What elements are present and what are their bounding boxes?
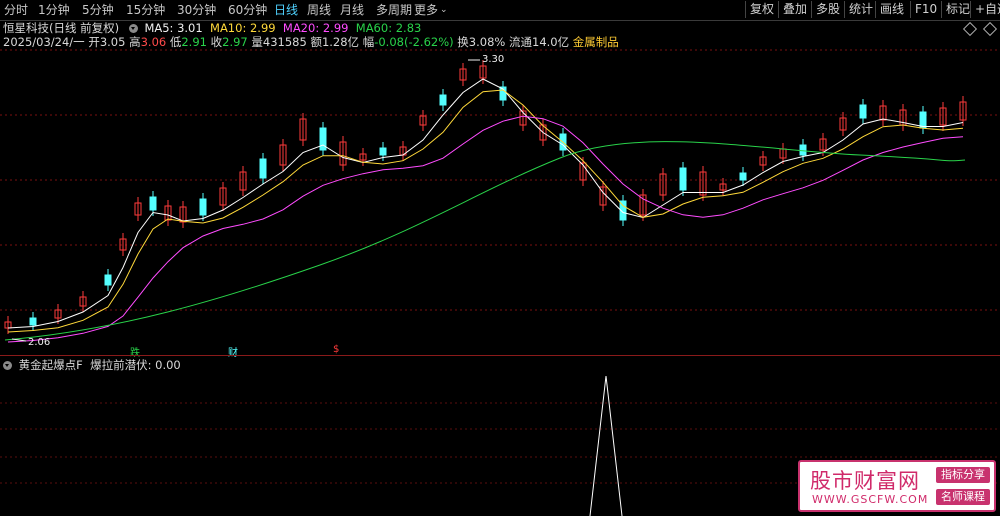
candle-body — [739, 172, 747, 181]
watermark-site: 股市财富网 — [810, 469, 920, 493]
candle-body — [379, 147, 387, 156]
candle-body — [259, 158, 267, 179]
candle-body — [859, 104, 867, 119]
ma10-line — [7, 89, 964, 333]
indicator-spike — [589, 375, 623, 516]
candle-body — [149, 196, 157, 211]
watermark-url: WWW.GSCFW.COM — [812, 493, 929, 506]
candle-body — [679, 167, 687, 191]
candle-body — [29, 317, 37, 326]
min-price-label: 2.06 — [28, 337, 50, 348]
candle-body — [439, 94, 447, 106]
min-pointer — [11, 338, 27, 342]
watermark-banner[interactable]: 股市财富网 WWW.GSCFW.COM 指标分享 名师课程 — [798, 460, 996, 512]
candle-body — [799, 144, 807, 156]
max-price-label: 3.30 — [482, 54, 504, 65]
candlestick-chart[interactable]: 3.30 2.06 — [0, 0, 1000, 355]
event-marker-dollar[interactable]: $ — [333, 344, 339, 355]
candle-body — [199, 198, 207, 216]
watermark-tag-2: 名师课程 — [936, 489, 990, 505]
candle-body — [104, 274, 112, 286]
watermark-tag-1: 指标分享 — [936, 467, 990, 483]
